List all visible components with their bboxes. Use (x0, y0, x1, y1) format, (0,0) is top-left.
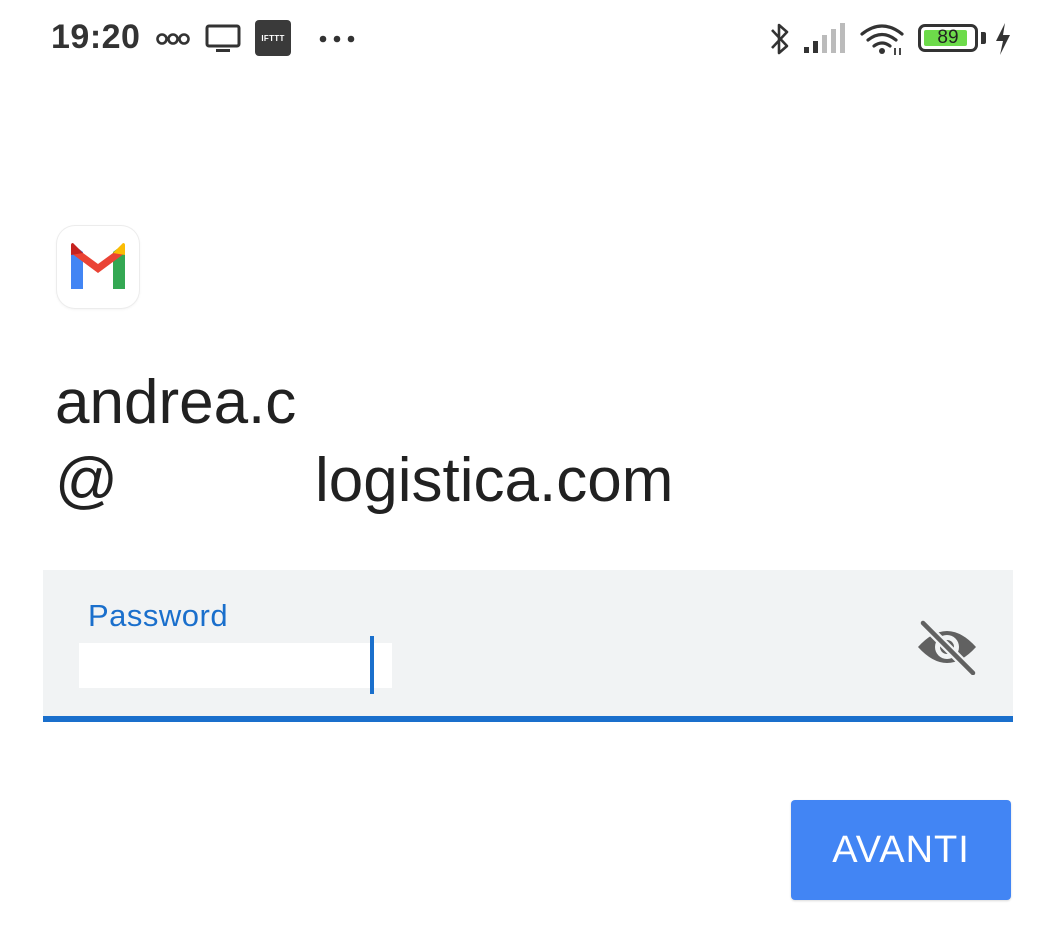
password-input[interactable] (79, 643, 392, 688)
account-email-line2: @ logistica.com (55, 446, 673, 516)
signal-icon (803, 22, 847, 56)
account-email-line1: andrea.c (55, 368, 297, 437)
eye-off-icon[interactable] (915, 619, 979, 677)
battery-icon: 89 (918, 24, 978, 52)
cast-screen-icon (205, 22, 241, 56)
password-label: Password (88, 598, 229, 633)
gmail-m-icon (71, 243, 125, 289)
more-dots-icon (318, 22, 356, 56)
next-button[interactable]: AVANTI (791, 800, 1011, 900)
wifi-icon (860, 22, 906, 56)
infinity-icon (156, 22, 190, 56)
status-bar: 19:20 IFTTT 89 (0, 0, 1049, 78)
status-time: 19:20 (51, 18, 141, 56)
charging-icon (993, 22, 1013, 56)
email-at-sign: @ (55, 446, 118, 515)
password-field-underline (43, 716, 1013, 722)
battery-level: 89 (937, 27, 959, 48)
bluetooth-icon (767, 22, 793, 56)
text-caret (370, 636, 374, 694)
ifttt-icon: IFTTT (255, 20, 291, 56)
gmail-logo (57, 226, 139, 308)
email-domain: logistica.com (315, 446, 674, 515)
battery-tip (981, 32, 986, 44)
